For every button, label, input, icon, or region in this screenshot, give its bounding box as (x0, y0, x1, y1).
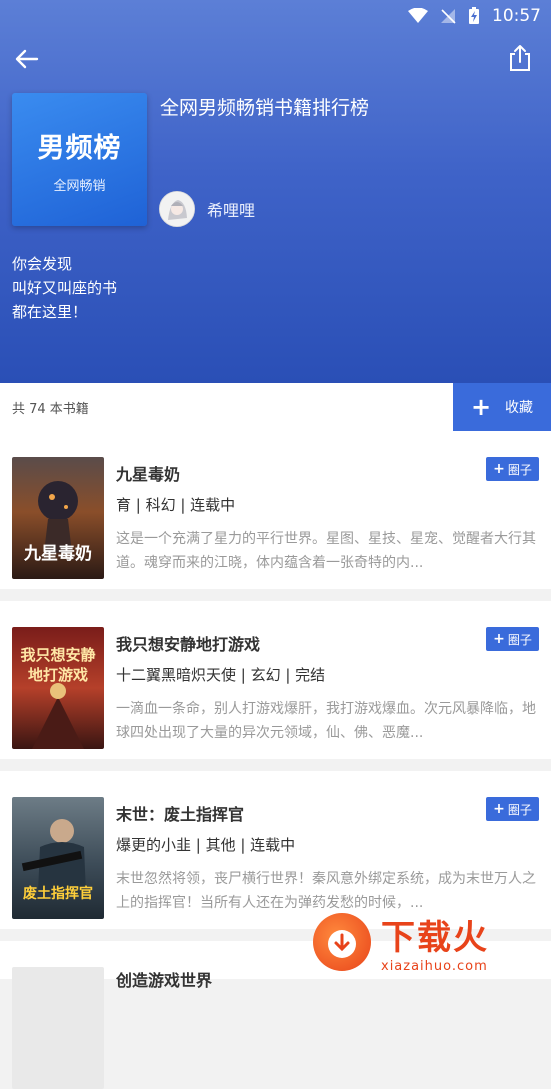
flame-logo-icon (313, 913, 371, 971)
wifi-icon (408, 8, 428, 23)
cover-title: 男频榜 (37, 132, 122, 164)
book-cover[interactable]: 废土指挥官 (12, 797, 104, 919)
book-cover-title: 我只想安静地打游戏 (20, 646, 96, 684)
circle-button[interactable]: + 圈子 (486, 457, 539, 481)
book-title: 我只想安静地打游戏 (116, 635, 261, 654)
book-meta: 十二翼黑暗炽天使 | 玄幻 | 完结 (116, 666, 326, 684)
book-meta: 育 | 科幻 | 连载中 (116, 496, 236, 514)
arrow-left-icon (15, 49, 39, 69)
circle-button[interactable]: + 圈子 (486, 797, 539, 821)
battery-charging-icon (469, 7, 479, 24)
list-description: 你会发现 叫好又叫座的书 都在这里！ (12, 252, 117, 324)
book-title: 九星毒奶 (116, 465, 181, 484)
watermark: 下载火 xiazaihuo.com (313, 907, 545, 977)
author-name: 希哩哩 (207, 201, 256, 220)
no-signal-icon (441, 9, 456, 24)
list-title: 全网男频畅销书籍排行榜 (160, 97, 370, 119)
avatar[interactable] (159, 191, 195, 227)
book-summary: 这是一个充满了星力的平行世界。星图、星技、星宠、觉醒者大行其道。魂穿而来的江晓，… (116, 531, 536, 571)
book-item[interactable]: 废土指挥官 末世：废土指挥官 爆更的小韭 | 其他 | 连载中 末世忽然将领，丧… (0, 771, 551, 929)
watermark-url: xiazaihuo.com (381, 959, 488, 974)
book-cover-title: 废土指挥官 (23, 886, 93, 902)
count-bar: 共 74 本书籍 + 收藏 (0, 383, 551, 431)
list-cover: 男频榜 全网畅销 (12, 93, 147, 226)
plus-icon: + (493, 801, 505, 817)
back-button[interactable] (12, 44, 46, 76)
book-count: 共 74 本书籍 (12, 402, 89, 417)
share-icon (510, 45, 530, 71)
collect-label: 收藏 (505, 400, 534, 416)
circle-label: 圈子 (507, 462, 532, 477)
collect-button[interactable]: + 收藏 (453, 383, 551, 431)
circle-button[interactable]: + 圈子 (486, 627, 539, 651)
book-cover[interactable]: 九星毒奶 (12, 457, 104, 579)
list-header: 10:57 男频榜 全网畅销 全网男频畅销书籍排行榜 希哩哩 你会发现 叫好又叫… (0, 0, 551, 383)
status-bar: 10:57 (0, 0, 551, 32)
circle-label: 圈子 (507, 632, 532, 647)
share-button[interactable] (507, 44, 537, 76)
plus-icon: + (493, 461, 505, 477)
description-line: 你会发现 (12, 255, 73, 273)
status-time: 10:57 (492, 6, 541, 26)
cover-subtitle: 全网畅销 (53, 178, 106, 194)
avatar-image (160, 192, 194, 226)
book-cover-title: 九星毒奶 (24, 544, 92, 564)
book-item[interactable]: 我只想安静地打游戏 我只想安静地打游戏 十二翼黑暗炽天使 | 玄幻 | 完结 一… (0, 601, 551, 759)
circle-label: 圈子 (507, 802, 532, 817)
description-line: 都在这里！ (12, 303, 88, 321)
plus-icon: + (470, 393, 492, 421)
watermark-title: 下载火 (381, 918, 489, 958)
book-cover[interactable] (12, 967, 104, 1089)
description-line: 叫好又叫座的书 (12, 279, 118, 297)
plus-icon: + (493, 631, 505, 647)
book-cover[interactable]: 我只想安静地打游戏 (12, 627, 104, 749)
book-title: 末世：废土指挥官 (116, 805, 245, 824)
book-summary: 一滴血一条命，别人打游戏爆肝，我打游戏爆血。次元风暴降临，地球四处出现了大量的异… (116, 701, 536, 741)
book-meta: 爆更的小韭 | 其他 | 连载中 (116, 836, 296, 854)
book-item[interactable]: 九星毒奶 九星毒奶 育 | 科幻 | 连载中 这是一个充满了星力的平行世界。星图… (0, 431, 551, 589)
book-title: 创造游戏世界 (116, 971, 213, 990)
author[interactable]: 希哩哩 (159, 191, 255, 227)
